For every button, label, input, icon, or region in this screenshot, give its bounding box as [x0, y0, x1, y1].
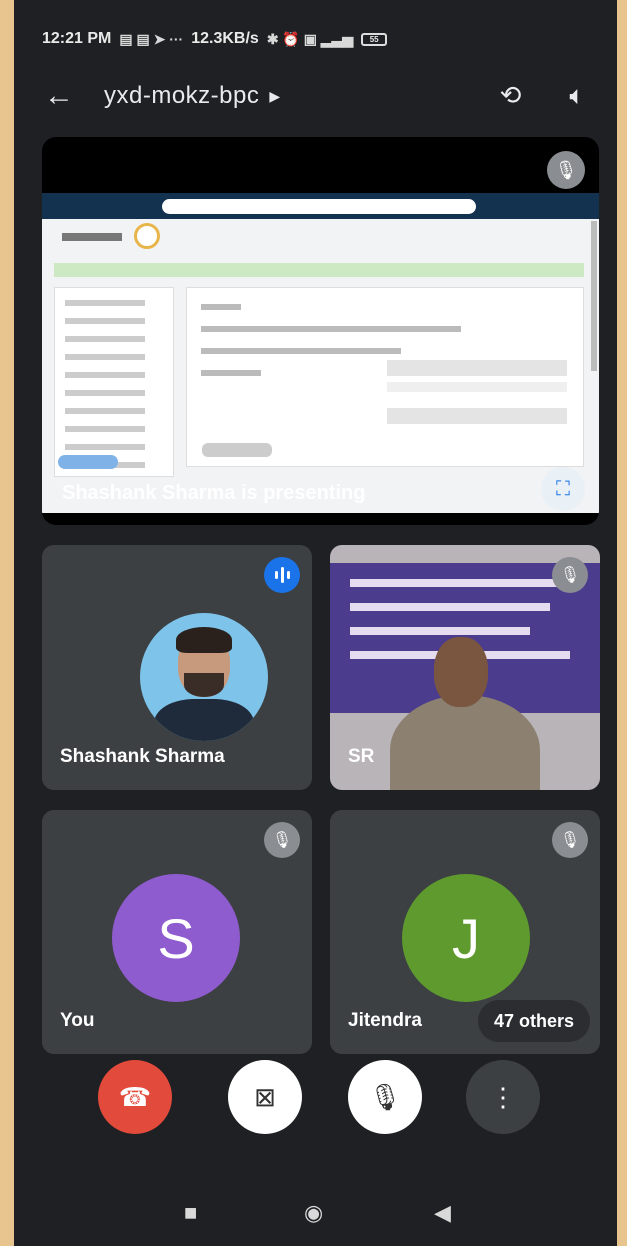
camera-off-icon: ⊠: [254, 1081, 276, 1112]
participant-name: Jitendra: [348, 1010, 422, 1031]
avatar: S: [112, 874, 240, 1002]
switch-camera-icon[interactable]: ⟲: [500, 80, 522, 112]
mic-off-button[interactable]: 🎙︎: [348, 1060, 422, 1134]
battery-icon: 55: [361, 32, 388, 46]
presentation-tile[interactable]: 🎙︎ Shashank Sharma is presenting ⛶: [42, 137, 599, 525]
speaking-indicator-icon: [264, 557, 300, 593]
avatar: [140, 613, 268, 741]
mic-off-icon: 🎙︎: [264, 822, 300, 858]
net-speed: 12.3KB/s: [191, 30, 259, 47]
participant-name: You: [60, 1010, 95, 1031]
recents-icon[interactable]: ■: [184, 1200, 197, 1226]
back-nav-icon[interactable]: ◀: [434, 1200, 451, 1226]
others-count-chip[interactable]: 47 others: [477, 1000, 590, 1042]
participant-name: SR: [348, 746, 375, 767]
participant-tile[interactable]: 🎙︎ S You: [42, 810, 312, 1054]
phone-screen: 12:21 PM ▤ ▤ ➤ ··· 12.3KB/s ✱ ⏰ ▣ ▂▃▅ 55…: [14, 0, 617, 1246]
battery-level: 55: [369, 34, 379, 44]
speaker-icon[interactable]: 🔈︎: [569, 80, 585, 112]
camera-off-button[interactable]: ⊠: [228, 1060, 302, 1134]
system-icons: ✱ ⏰ ▣ ▂▃▅: [266, 30, 354, 47]
mic-off-icon: 🎙︎: [552, 557, 588, 593]
participant-name: Shashank Sharma: [60, 746, 225, 767]
end-call-button[interactable]: ☎: [98, 1060, 172, 1134]
meeting-info-arrow-icon[interactable]: ▶: [269, 88, 280, 105]
mic-off-icon: 🎙︎: [547, 151, 585, 189]
avatar: J: [402, 874, 530, 1002]
meeting-top-bar: ← yxd-mokz-bpc ▶ ⟲ 🔈︎: [44, 74, 597, 118]
meeting-code[interactable]: yxd-mokz-bpc: [104, 82, 259, 110]
notification-icons: ▤ ▤ ➤ ···: [119, 30, 184, 47]
more-options-button[interactable]: ⋮: [466, 1060, 540, 1134]
participant-tile[interactable]: 🎙︎ J Jitendra 47 others: [330, 810, 600, 1054]
fullscreen-icon[interactable]: ⛶: [541, 467, 585, 511]
status-time: 12:21 PM: [42, 30, 112, 47]
more-vertical-icon: ⋮: [490, 1081, 516, 1112]
participant-tile[interactable]: Shashank Sharma: [42, 545, 312, 790]
participant-tile[interactable]: 🎙︎ SR: [330, 545, 600, 790]
back-arrow-icon[interactable]: ←: [44, 79, 104, 113]
status-bar: 12:21 PM ▤ ▤ ➤ ··· 12.3KB/s ✱ ⏰ ▣ ▂▃▅ 55: [42, 28, 597, 50]
mic-off-icon: 🎙︎: [368, 1081, 402, 1112]
end-call-icon: ☎: [118, 1081, 152, 1112]
system-nav-bar: ■ ◉ ◀: [14, 1200, 617, 1234]
call-controls: ☎ ⊠ 🎙︎ ⋮: [14, 1060, 617, 1150]
mic-off-icon: 🎙︎: [552, 822, 588, 858]
home-icon[interactable]: ◉: [304, 1200, 323, 1226]
shared-screen: [42, 193, 599, 513]
presenting-label: Shashank Sharma is presenting: [62, 482, 366, 504]
